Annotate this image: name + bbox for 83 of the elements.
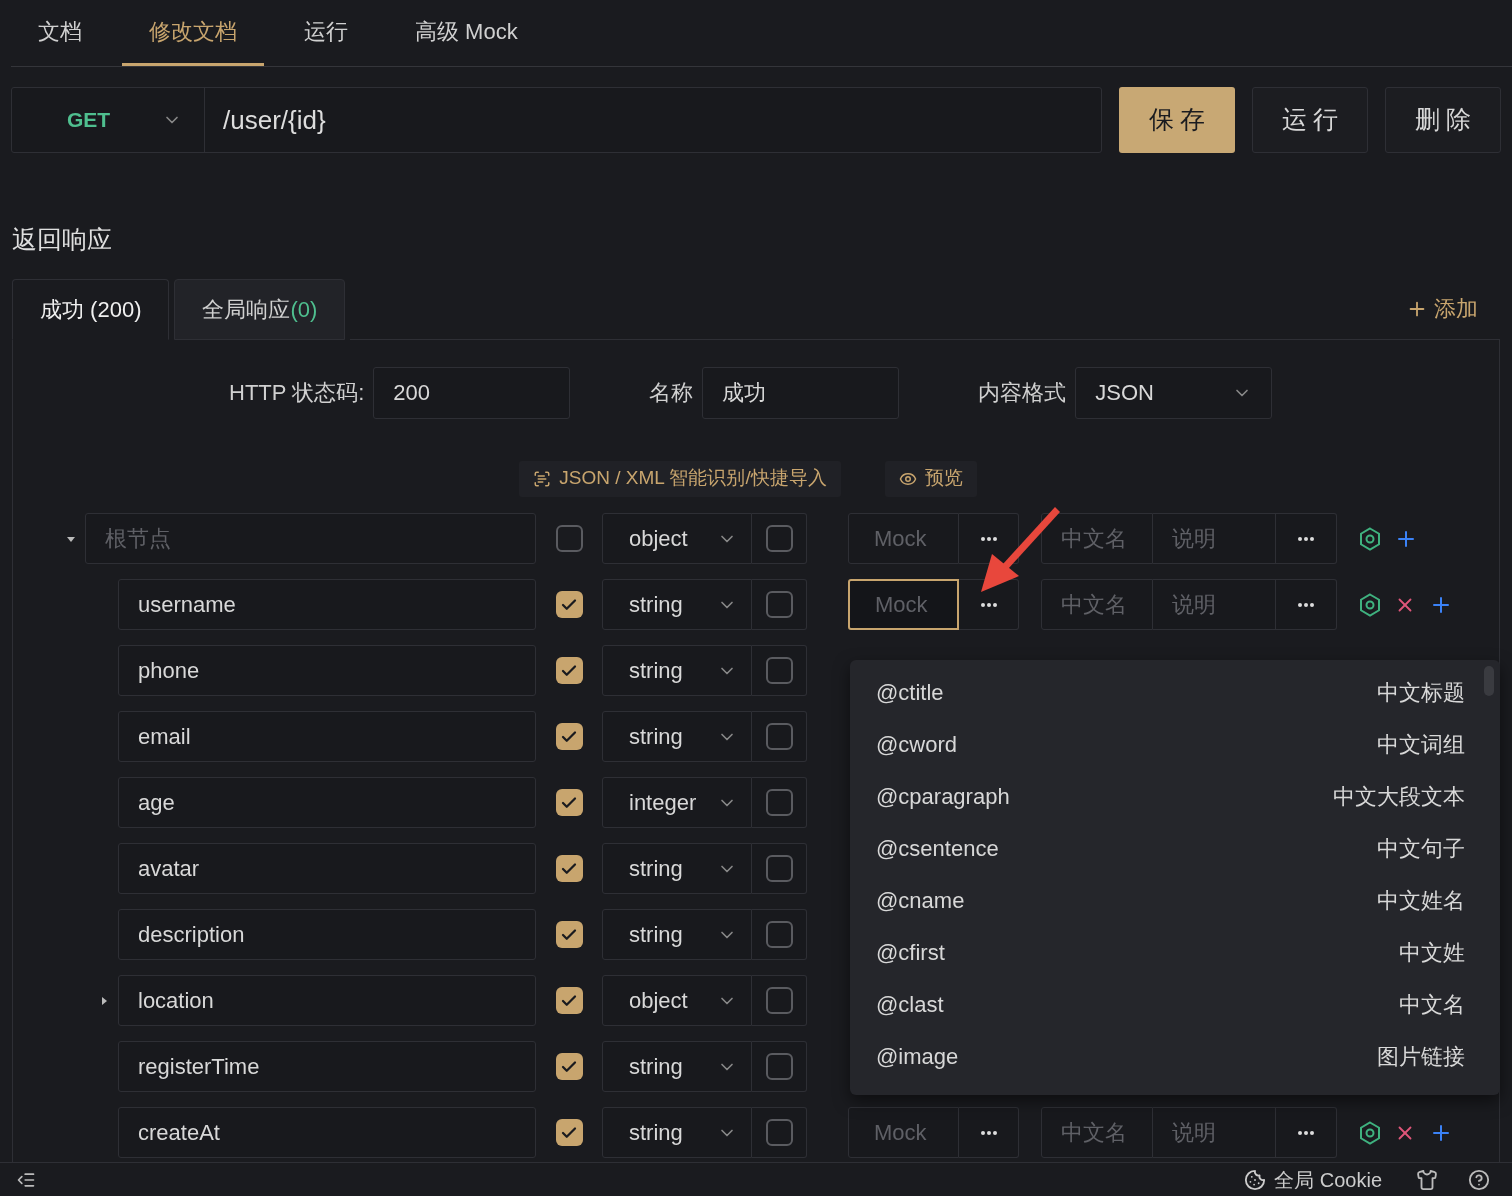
status-code-input[interactable]: 200 xyxy=(373,366,571,419)
checkbox[interactable] xyxy=(555,1119,583,1146)
add-response-button[interactable]: 添加 xyxy=(1406,292,1478,325)
checkbox[interactable] xyxy=(765,525,793,552)
checkbox[interactable] xyxy=(555,987,583,1014)
checkbox[interactable] xyxy=(765,855,793,882)
response-tab[interactable]: 全局响应(0) xyxy=(174,278,346,340)
checkbox[interactable] xyxy=(555,1053,583,1080)
settings-icon[interactable] xyxy=(1359,526,1381,551)
preview-button[interactable]: 预览 xyxy=(884,460,977,497)
settings-icon[interactable] xyxy=(1359,592,1381,617)
ellipsis-icon xyxy=(980,602,997,607)
mock-rule-option[interactable]: @csentence 中文句子 xyxy=(850,822,1500,874)
mock-rule-option[interactable]: @image 图片链接 xyxy=(850,1030,1500,1082)
field-name-input[interactable]: registerTime xyxy=(118,1041,536,1092)
more-button[interactable] xyxy=(959,579,1019,630)
field-name-input[interactable]: age xyxy=(118,777,536,828)
cookie-icon xyxy=(1244,1168,1267,1191)
mock-rule-option[interactable]: @cparagraph 中文大段文本 xyxy=(850,770,1500,822)
type-select[interactable]: string xyxy=(602,909,752,960)
checkbox[interactable] xyxy=(555,657,583,684)
type-select[interactable]: string xyxy=(602,711,752,762)
caret-right-icon[interactable] xyxy=(99,995,109,1006)
tab[interactable]: 运行 xyxy=(277,0,375,66)
field-name-input[interactable]: location xyxy=(118,975,536,1026)
type-select[interactable]: integer xyxy=(602,777,752,828)
status-code-label: HTTP 状态码: xyxy=(229,379,365,407)
ellipsis-icon xyxy=(1298,602,1314,607)
field-name-input[interactable]: createAt xyxy=(118,1107,536,1158)
content-format-select[interactable]: JSON xyxy=(1075,366,1273,419)
type-select[interactable]: object xyxy=(602,513,752,564)
ellipsis-icon xyxy=(980,536,997,541)
checkbox[interactable] xyxy=(765,657,793,684)
tab[interactable]: 修改文档 xyxy=(122,0,264,66)
help-icon[interactable] xyxy=(1468,1168,1490,1191)
checkbox[interactable] xyxy=(555,525,583,552)
field-name-input[interactable]: phone xyxy=(118,645,536,696)
section-title: 返回响应 xyxy=(12,224,112,255)
ellipsis-icon xyxy=(1298,536,1314,541)
field-name-input[interactable]: avatar xyxy=(118,843,536,894)
type-select[interactable]: string xyxy=(602,1107,752,1158)
settings-icon[interactable] xyxy=(1359,1120,1381,1145)
name-input[interactable]: 成功 xyxy=(702,366,900,419)
type-select[interactable]: string xyxy=(602,1041,752,1092)
checkbox[interactable] xyxy=(765,789,793,816)
mock-rule-option[interactable]: @cword 中文词组 xyxy=(850,718,1500,770)
action-button[interactable]: 运 行 xyxy=(1252,87,1368,153)
checkbox[interactable] xyxy=(765,1119,793,1146)
name-label: 名称 xyxy=(649,379,694,407)
tab[interactable]: 高级 Mock xyxy=(388,0,545,66)
checkbox[interactable] xyxy=(555,921,583,948)
checkbox[interactable] xyxy=(765,1053,793,1080)
ellipsis-icon xyxy=(1298,1130,1314,1135)
type-select[interactable]: string xyxy=(602,579,752,630)
type-select[interactable]: string xyxy=(602,843,752,894)
checkbox[interactable] xyxy=(765,723,793,750)
import-button[interactable]: JSON / XML 智能识别/快捷导入 xyxy=(519,460,841,497)
checkbox[interactable] xyxy=(555,723,583,750)
mock-rule-option[interactable]: @clast 中文名 xyxy=(850,978,1500,1030)
shirt-icon[interactable] xyxy=(1416,1168,1438,1191)
checkbox[interactable] xyxy=(765,987,793,1014)
type-select[interactable]: object xyxy=(602,975,752,1026)
tab[interactable]: 文档 xyxy=(11,0,109,66)
mock-rule-option[interactable]: @ctitle 中文标题 xyxy=(850,666,1500,718)
ellipsis-icon xyxy=(980,1130,997,1135)
response-tab[interactable]: 成功 (200) xyxy=(12,278,170,340)
field-name-input[interactable]: description xyxy=(118,909,536,960)
more-button[interactable] xyxy=(959,513,1019,564)
checkbox[interactable] xyxy=(765,591,793,618)
content-format-label: 内容格式 xyxy=(978,379,1067,407)
checkbox[interactable] xyxy=(555,789,583,816)
mock-rule-option[interactable]: @cfirst 中文姓 xyxy=(850,926,1500,978)
type-select[interactable]: string xyxy=(602,645,752,696)
cookie-button[interactable]: 全局 Cookie xyxy=(1244,1164,1382,1195)
checkbox[interactable] xyxy=(555,855,583,882)
action-button[interactable]: 删 除 xyxy=(1385,87,1501,153)
mock-rule-option[interactable]: @cname 中文姓名 xyxy=(850,874,1500,926)
checkbox[interactable] xyxy=(555,591,583,618)
field-name-input[interactable]: username xyxy=(118,579,536,630)
checkbox[interactable] xyxy=(765,921,793,948)
action-button[interactable]: 保 存 xyxy=(1119,87,1235,153)
field-name-input[interactable]: email xyxy=(118,711,536,762)
scan-icon xyxy=(533,469,552,488)
